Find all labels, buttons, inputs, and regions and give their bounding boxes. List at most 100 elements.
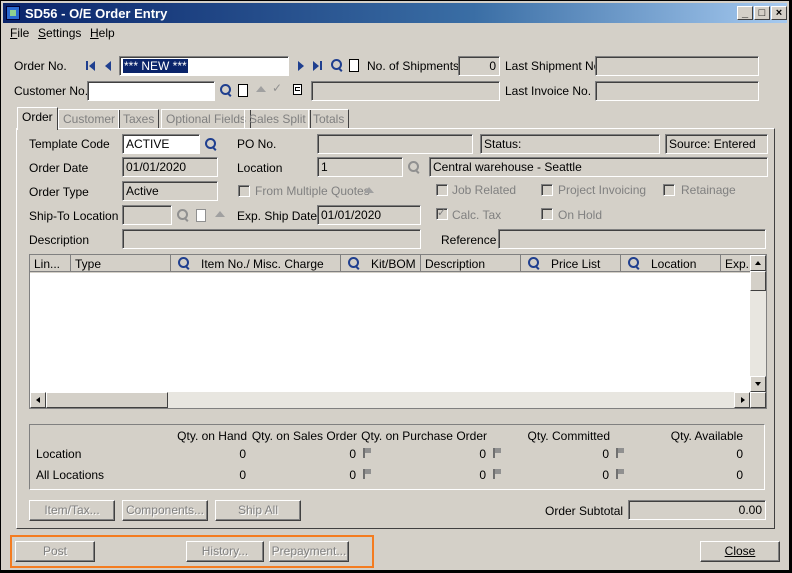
scroll-up-button[interactable] xyxy=(750,255,766,271)
location-qty-on-sales-order: 0 xyxy=(349,447,356,461)
order-lines-grid[interactable]: Lin... Type Item No./ Misc. Charge Kit/B… xyxy=(29,254,767,409)
close-window-button[interactable]: × xyxy=(771,6,787,20)
customer-number-field[interactable] xyxy=(87,81,215,101)
location-qty-on-purchase-order: 0 xyxy=(479,447,486,461)
scroll-left-button[interactable] xyxy=(30,392,46,408)
order-subtotal-label: Order Subtotal xyxy=(545,504,624,518)
exp-ship-date-field[interactable]: 01/01/2020 xyxy=(317,205,421,225)
ship-to-up-icon[interactable] xyxy=(213,208,227,222)
order-finder-icon[interactable] xyxy=(330,58,344,72)
new-order-icon[interactable] xyxy=(347,58,361,72)
last-shipment-field xyxy=(595,56,759,76)
sales-order-drilldown-icon[interactable] xyxy=(363,448,373,458)
ship-all-button[interactable]: Ship All xyxy=(215,500,301,521)
job-related-checkbox[interactable] xyxy=(436,184,448,196)
scroll-down-button[interactable] xyxy=(750,376,766,392)
qty-committed-header: Qty. Committed xyxy=(527,429,610,443)
project-invoicing-checkbox[interactable] xyxy=(541,184,553,196)
template-code-field[interactable]: ACTIVE xyxy=(122,134,200,154)
col-line[interactable]: Lin... xyxy=(30,255,71,272)
title-bar[interactable]: SD56 - O/E Order Entry _ □ × xyxy=(3,3,787,23)
first-record-icon[interactable] xyxy=(85,59,99,73)
location-description-field: Central warehouse - Seattle xyxy=(429,157,768,177)
template-code-label: Template Code xyxy=(29,137,110,151)
shipments-count-field: 0 xyxy=(458,56,500,76)
tab-order[interactable]: Order xyxy=(17,107,58,130)
status-field: Status: xyxy=(480,134,660,154)
customer-finder-icon[interactable] xyxy=(219,83,233,97)
on-hold-checkbox[interactable] xyxy=(541,208,553,220)
customer-check-icon[interactable]: ✓ xyxy=(271,81,285,97)
committed-drilldown-icon[interactable] xyxy=(616,448,626,458)
tab-optional-fields[interactable]: Optional Fields xyxy=(161,109,252,129)
grid-horizontal-scrollbar[interactable] xyxy=(30,392,766,408)
all-qty-on-sales-order: 0 xyxy=(349,468,356,482)
order-date-field[interactable]: 01/01/2020 xyxy=(122,157,218,177)
minimize-button[interactable]: _ xyxy=(737,6,753,20)
reference-field[interactable] xyxy=(498,229,766,249)
kit-finder-icon[interactable] xyxy=(347,256,361,270)
price-list-finder-icon[interactable] xyxy=(527,256,541,270)
col-price-list[interactable]: Price List xyxy=(521,255,621,272)
item-finder-icon[interactable] xyxy=(177,256,191,270)
all-qty-committed: 0 xyxy=(602,468,609,482)
order-number-field[interactable]: *** NEW *** xyxy=(119,56,289,76)
project-invoicing-label: Project Invoicing xyxy=(558,183,647,197)
ship-to-location-field[interactable] xyxy=(122,205,172,225)
col-kit-bom[interactable]: Kit/BOM xyxy=(341,255,421,272)
grid-header: Lin... Type Item No./ Misc. Charge Kit/B… xyxy=(30,255,752,273)
location-field[interactable]: 1 xyxy=(317,157,403,177)
order-type-field[interactable]: Active xyxy=(122,181,218,201)
on-hold-label: On Hold xyxy=(558,208,603,222)
po-number-field[interactable] xyxy=(317,134,473,154)
grid-vertical-scrollbar[interactable] xyxy=(750,255,766,392)
template-finder-icon[interactable] xyxy=(204,137,218,151)
col-location[interactable]: Location xyxy=(621,255,721,272)
from-multiple-quotes-checkbox[interactable] xyxy=(238,185,250,197)
col-item-no[interactable]: Item No./ Misc. Charge xyxy=(171,255,341,272)
description-field[interactable] xyxy=(122,229,421,249)
vertical-scroll-thumb[interactable] xyxy=(750,271,766,291)
quotes-up-icon[interactable] xyxy=(362,184,376,198)
next-record-icon[interactable] xyxy=(294,59,308,73)
purchase-order-drilldown-icon[interactable] xyxy=(493,448,503,458)
previous-record-icon[interactable] xyxy=(102,59,116,73)
order-no-label: Order No. xyxy=(14,59,67,73)
tab-totals[interactable]: Totals xyxy=(308,109,350,129)
col-type[interactable]: Type xyxy=(71,255,171,272)
retainage-checkbox[interactable] xyxy=(663,184,675,196)
app-icon[interactable] xyxy=(6,6,20,20)
order-number-value: *** NEW *** xyxy=(123,59,188,73)
menu-settings[interactable]: Settings xyxy=(38,26,81,40)
customer-up-icon[interactable] xyxy=(254,83,268,97)
maximize-button[interactable]: □ xyxy=(754,6,770,20)
tab-taxes[interactable]: Taxes xyxy=(118,109,160,129)
col-price-list-label: Price List xyxy=(551,257,601,271)
components-button[interactable]: Components... xyxy=(122,500,208,521)
item-tax-button[interactable]: Item/Tax... xyxy=(29,500,115,521)
tab-sales-split[interactable]: Sales Split xyxy=(244,109,311,129)
last-record-icon[interactable] xyxy=(311,59,325,73)
horizontal-scroll-thumb[interactable] xyxy=(46,392,168,408)
menu-file[interactable]: File xyxy=(10,26,29,40)
ship-to-new-icon[interactable] xyxy=(194,208,208,222)
all-purchase-order-drilldown-icon[interactable] xyxy=(493,469,503,479)
grid-location-finder-icon[interactable] xyxy=(627,256,641,270)
location-qty-available: 0 xyxy=(736,447,743,461)
tab-customer[interactable]: Customer xyxy=(58,109,121,129)
new-customer-icon[interactable] xyxy=(236,83,250,97)
customer-card-icon[interactable] xyxy=(291,83,305,97)
last-shipment-label: Last Shipment No. xyxy=(505,59,604,73)
ship-to-finder-icon[interactable] xyxy=(176,208,190,222)
all-committed-drilldown-icon[interactable] xyxy=(616,469,626,479)
menu-bar: File Settings Help xyxy=(3,24,787,43)
location-finder-icon[interactable] xyxy=(407,160,421,174)
calc-tax-checkbox[interactable]: ✓ xyxy=(436,207,448,220)
menu-help[interactable]: Help xyxy=(90,26,115,40)
col-description[interactable]: Description xyxy=(421,255,521,272)
col-exp[interactable]: Exp. xyxy=(721,255,752,272)
close-button[interactable]: Close xyxy=(700,541,780,562)
reference-label: Reference xyxy=(441,233,497,247)
scroll-right-button[interactable] xyxy=(734,392,750,408)
all-sales-order-drilldown-icon[interactable] xyxy=(363,469,373,479)
